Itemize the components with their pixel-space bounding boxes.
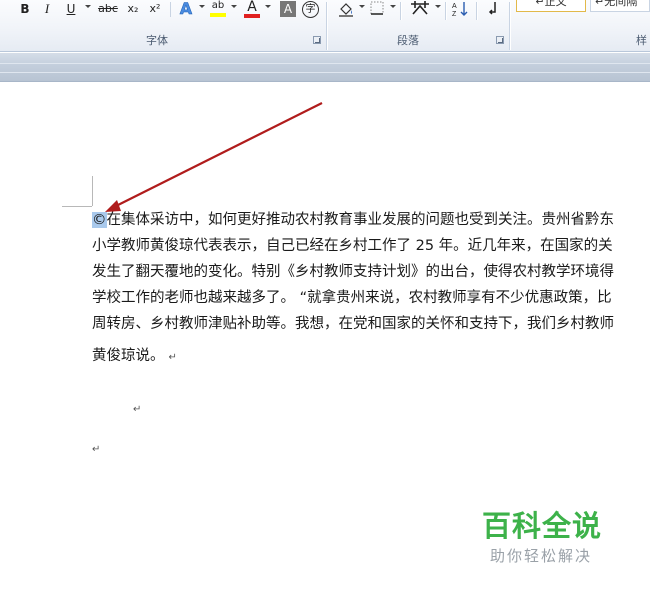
arrow-head-icon (105, 200, 121, 212)
watermark-title: 百科全说 (482, 509, 603, 543)
watermark-subtitle: 助你轻松解决 (490, 547, 593, 565)
arrow-shaft (113, 102, 323, 208)
